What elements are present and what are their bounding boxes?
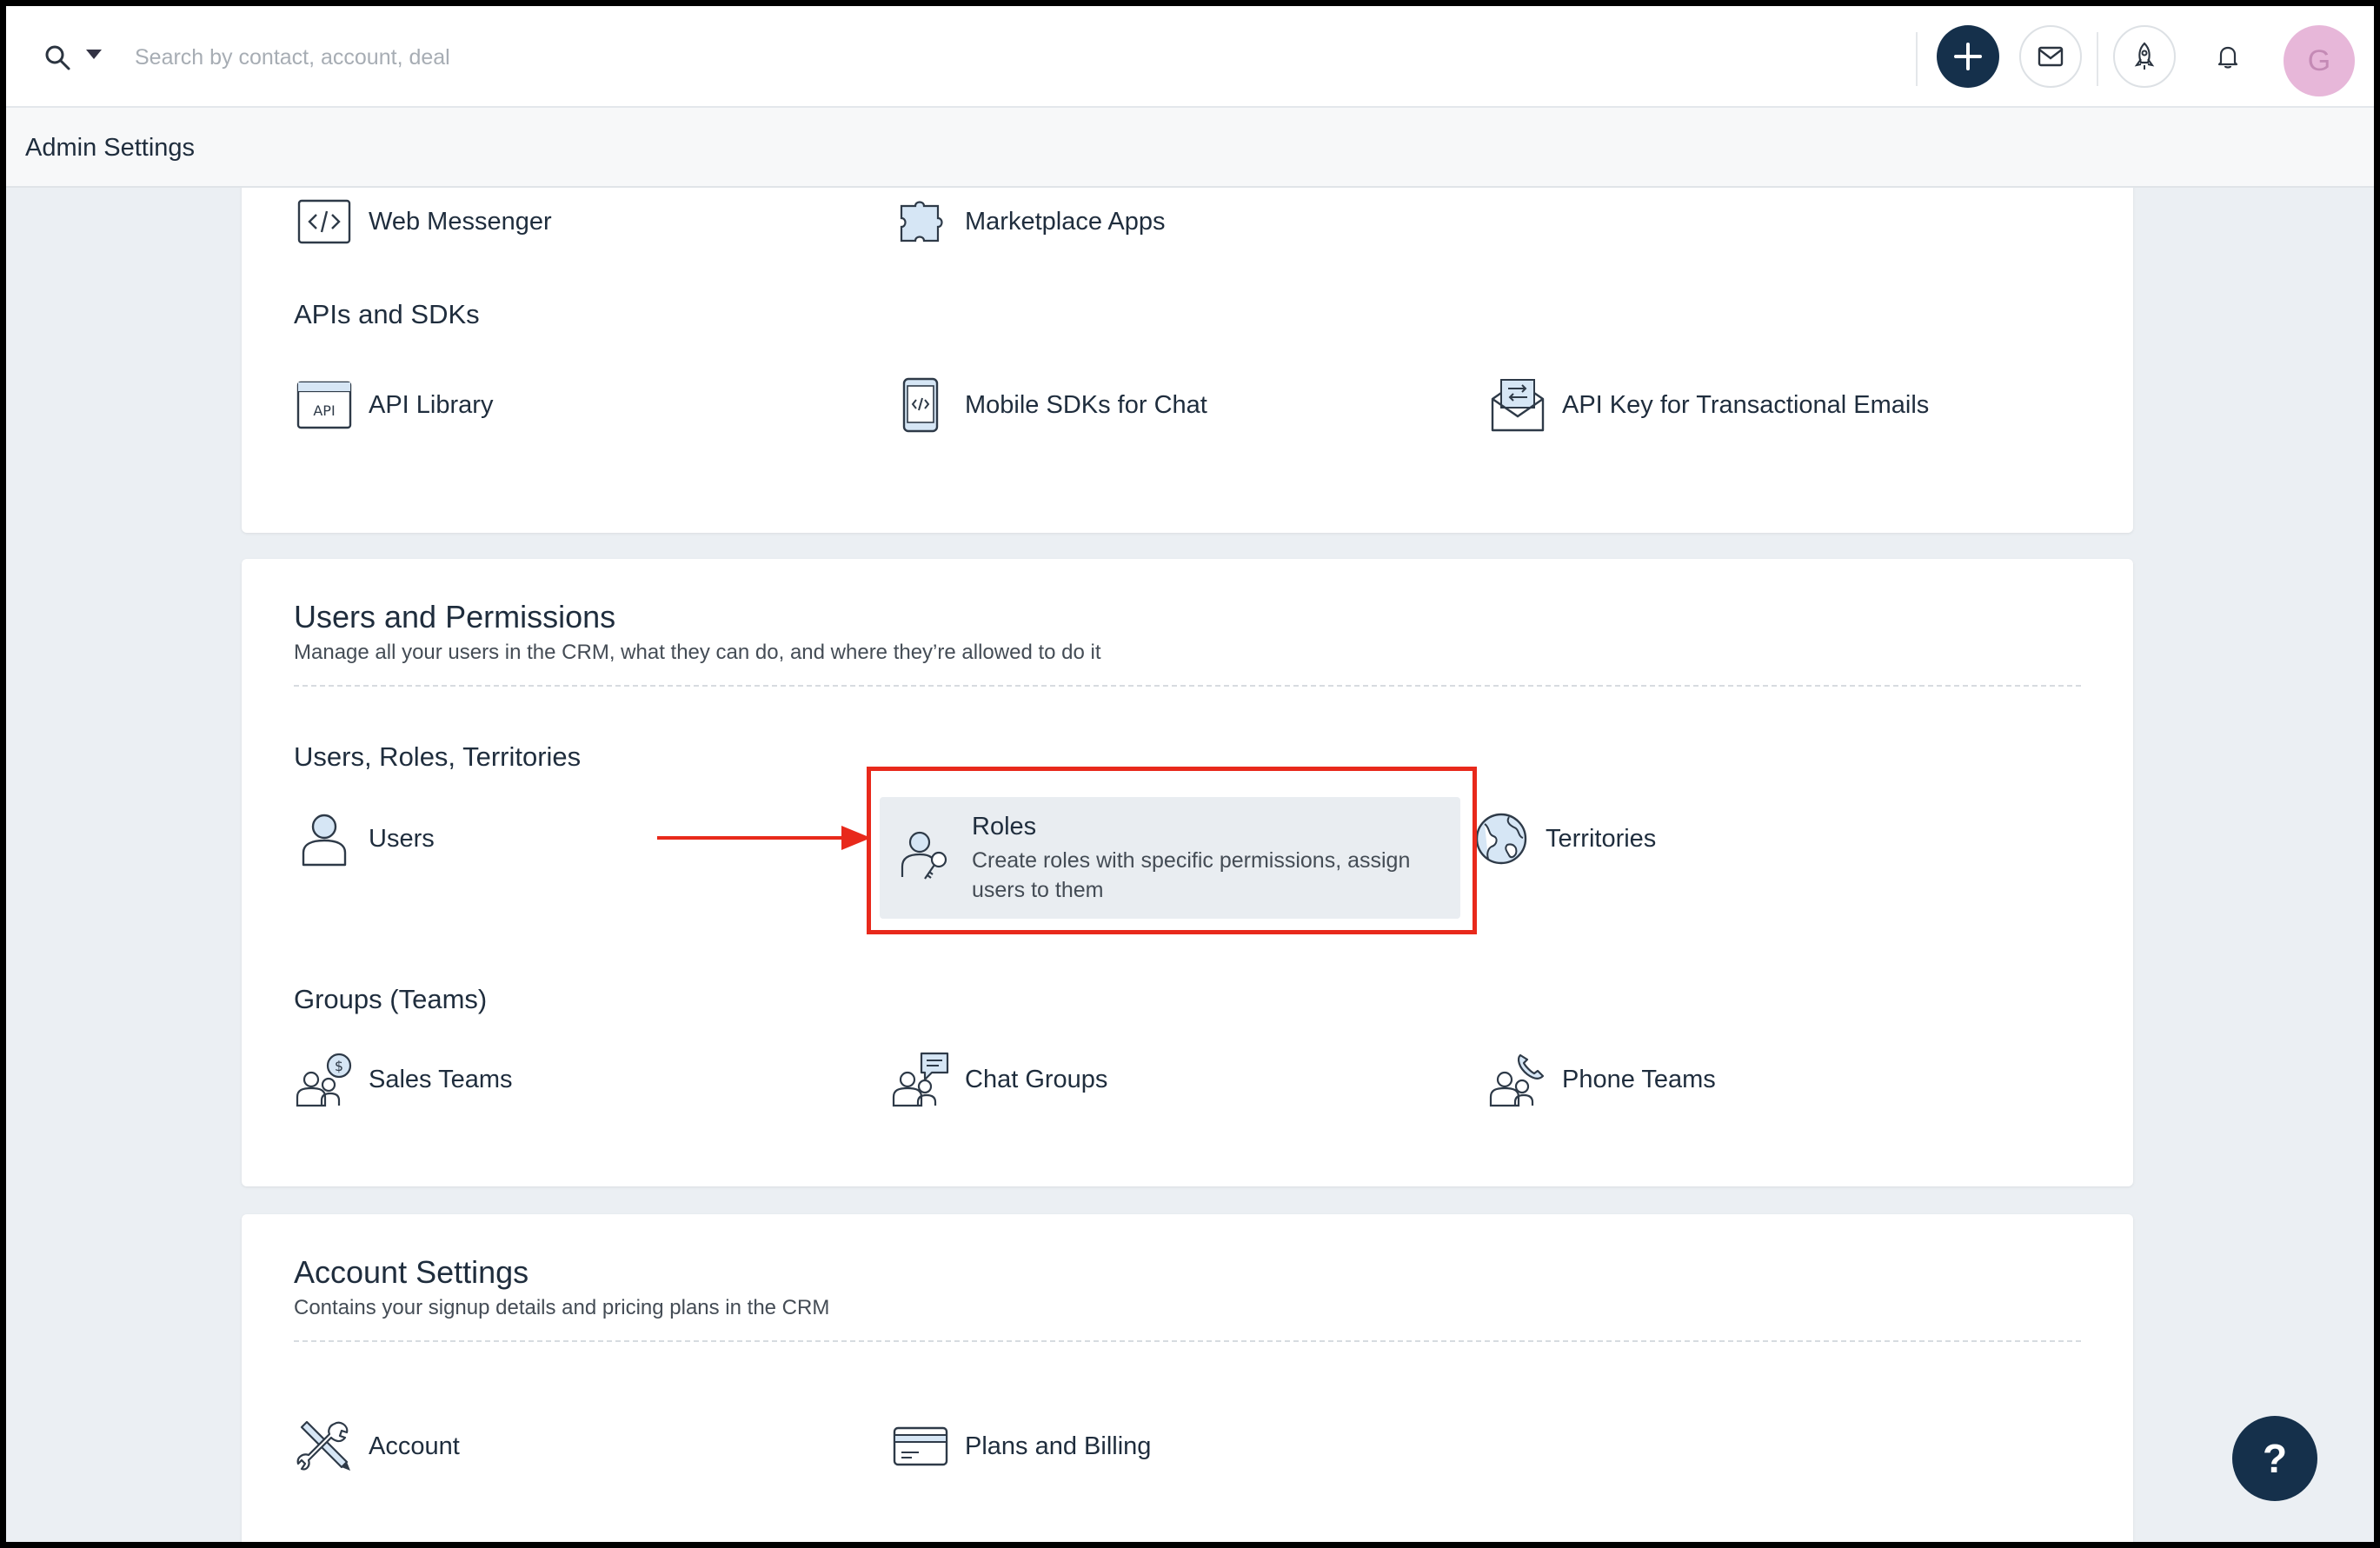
divider [2097,32,2098,86]
divider [1916,32,1918,86]
api-key-transactional-emails-label: API Key for Transactional Emails [1562,390,1930,419]
sales-team-icon: $ [296,1053,352,1107]
marketplace-apps-label: Marketplace Apps [965,207,1166,236]
mobile-sdks-item[interactable]: Mobile SDKs for Chat [890,375,1207,435]
phone-teams-label: Phone Teams [1562,1065,1716,1093]
marketplace-apps-item[interactable]: Marketplace Apps [890,191,1166,252]
search-input[interactable] [133,37,919,77]
mobile-sdks-label: Mobile SDKs for Chat [965,390,1207,419]
sales-teams-item[interactable]: $ Sales Teams [294,1049,513,1110]
api-key-transactional-emails-item[interactable]: API Key for Transactional Emails [1487,375,1929,435]
code-window-icon [297,199,351,244]
users-item[interactable]: Users [294,808,435,869]
api-library-label: API Library [369,390,494,419]
account-label: Account [369,1432,460,1460]
svg-text:$: $ [335,1058,343,1074]
account-settings-title: Account Settings [294,1254,529,1290]
user-icon [302,814,347,867]
plans-billing-item[interactable]: Plans and Billing [890,1416,1151,1477]
getting-started-button[interactable] [2113,25,2176,88]
inbox-button[interactable] [2019,25,2082,88]
integrations-card: Web Messenger Marketplace Apps APIs and … [242,188,2133,533]
groups-teams-title: Groups (Teams) [294,984,488,1014]
app-window: G Admin Settings Web Messenger [6,6,2374,1542]
rocket-icon [2134,42,2155,70]
email-key-icon [1491,379,1545,432]
users-permissions-description: Manage all your users in the CRM, what t… [294,641,1101,664]
svg-text:API: API [313,402,335,419]
settings-content: Web Messenger Marketplace Apps APIs and … [6,188,2374,1542]
users-label: Users [369,824,435,853]
help-button[interactable]: ? [2232,1416,2317,1501]
tools-icon [296,1420,350,1471]
phone-teams-item[interactable]: Phone Teams [1487,1049,1716,1110]
section-divider [294,1340,2081,1342]
plans-billing-label: Plans and Billing [965,1432,1152,1460]
page-title: Admin Settings [25,134,196,162]
puzzle-icon [900,201,943,242]
web-messenger-item[interactable]: Web Messenger [294,191,552,252]
notifications-button[interactable] [2197,25,2259,88]
web-messenger-label: Web Messenger [369,207,552,236]
user-avatar[interactable]: G [2284,25,2355,96]
sales-teams-label: Sales Teams [369,1065,513,1093]
api-icon: API [296,381,352,429]
section-divider [294,685,2081,687]
plus-icon [1954,43,1982,70]
phone-team-icon [1489,1053,1545,1107]
api-library-item[interactable]: API API Library [294,375,493,435]
territories-label: Territories [1546,824,1657,853]
annotation-highlight-box [867,767,1477,934]
territories-item[interactable]: Territories [1471,808,1656,869]
mail-icon [2038,46,2064,67]
apis-sdks-title: APIs and SDKs [294,299,480,329]
account-settings-description: Contains your signup details and pricing… [294,1296,830,1319]
top-bar: G [6,6,2374,108]
users-permissions-title: Users and Permissions [294,599,616,634]
chat-group-icon [892,1052,949,1107]
chat-groups-item[interactable]: Chat Groups [890,1049,1107,1110]
search-icon[interactable] [43,43,72,72]
chat-groups-label: Chat Groups [965,1065,1108,1093]
account-settings-card: Account Settings Contains your signup de… [242,1214,2133,1542]
page-header: Admin Settings [6,108,2374,188]
bell-icon [2217,46,2238,69]
annotation-arrow [657,826,871,850]
mobile-code-icon [902,377,939,433]
credit-card-icon [893,1426,948,1466]
users-roles-territories-title: Users, Roles, Territories [294,741,582,772]
users-permissions-card: Users and Permissions Manage all your us… [242,559,2133,1186]
search-scope-dropdown-icon[interactable] [86,50,102,59]
globe-icon [1475,813,1527,865]
account-item[interactable]: Account [294,1416,460,1477]
create-new-button[interactable] [1937,25,1999,88]
